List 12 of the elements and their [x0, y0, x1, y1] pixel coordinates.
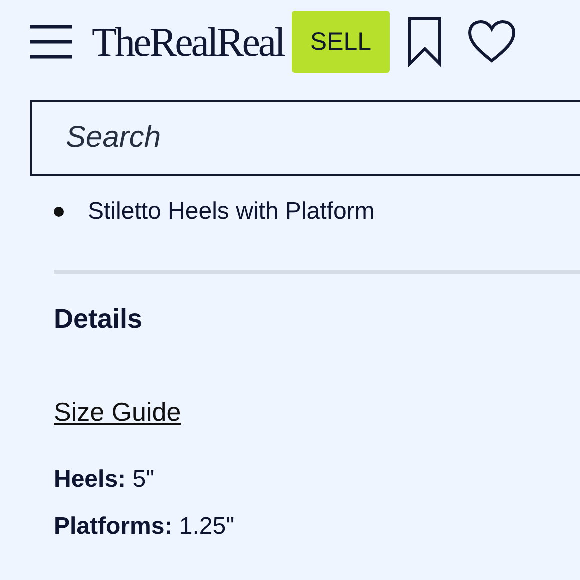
- heart-icon[interactable]: [468, 20, 516, 64]
- spec-text: Platforms: 1.25": [54, 512, 236, 542]
- bullet-icon: [54, 207, 64, 217]
- feature-text: Stiletto Heels with Platform: [88, 198, 375, 226]
- spec-text: Heels: 5": [54, 465, 156, 495]
- logo[interactable]: TheRealReal: [92, 18, 284, 66]
- search-field[interactable]: Search: [30, 100, 580, 176]
- size-guide-link[interactable]: Size Guide: [54, 397, 182, 428]
- bookmark-icon[interactable]: [408, 17, 442, 67]
- menu-icon[interactable]: [30, 25, 72, 59]
- sell-button[interactable]: SELL: [292, 11, 390, 73]
- section-title: Details: [54, 304, 144, 335]
